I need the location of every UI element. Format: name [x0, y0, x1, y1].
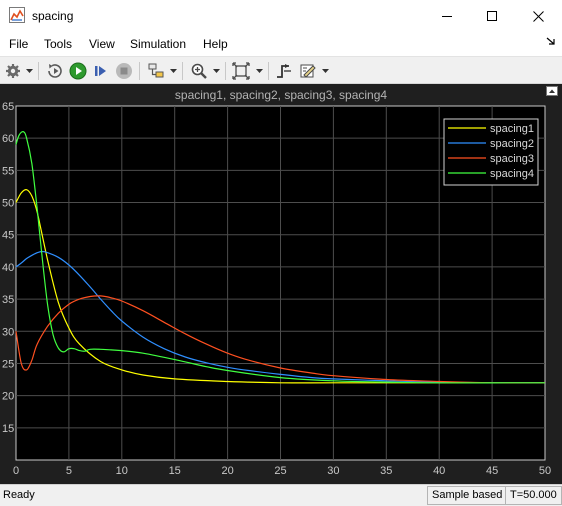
stop-icon	[116, 63, 132, 79]
legend-label: spacing3	[490, 153, 534, 165]
minimize-button[interactable]	[424, 0, 470, 32]
x-tick-label: 45	[486, 465, 498, 477]
chevron-down-icon[interactable]	[256, 68, 263, 74]
measure-icon	[300, 64, 316, 78]
x-tick-label: 35	[380, 465, 392, 477]
measurements-button[interactable]	[298, 60, 318, 82]
y-tick-label: 30	[2, 326, 14, 338]
x-tick-label: 5	[66, 465, 72, 477]
step-forward-button[interactable]	[91, 60, 111, 82]
scope-display: spacing1, spacing2, spacing3, spacing4 0…	[0, 84, 562, 484]
autoscale-button[interactable]	[231, 60, 251, 82]
y-tick-label: 35	[2, 294, 14, 306]
gear-icon	[6, 64, 20, 78]
menu-tools[interactable]: Tools	[44, 37, 72, 51]
autoscale-icon	[232, 62, 250, 80]
toolbar-separator	[139, 62, 140, 80]
status-sim-time: T=50.000	[505, 486, 562, 505]
status-ready: Ready	[3, 489, 35, 501]
stop-button[interactable]	[114, 60, 134, 82]
maximize-icon	[487, 11, 497, 21]
y-tick-label: 50	[2, 198, 14, 210]
x-tick-label: 15	[169, 465, 181, 477]
triggers-icon	[277, 64, 291, 78]
plot-title: spacing1, spacing2, spacing3, spacing4	[175, 88, 387, 102]
toolbar-separator	[225, 62, 226, 80]
simulink-scope-icon	[9, 7, 25, 23]
y-tick-label: 45	[2, 230, 14, 242]
chevron-down-icon[interactable]	[170, 68, 177, 74]
menu-simulation[interactable]: Simulation	[130, 37, 186, 51]
x-tick-label: 40	[433, 465, 445, 477]
minimize-icon	[442, 16, 452, 17]
step-forward-icon	[95, 66, 106, 76]
toolbar-separator	[182, 62, 183, 80]
x-tick-label: 30	[327, 465, 339, 477]
y-tick-label: 25	[2, 358, 14, 370]
chevron-down-icon[interactable]	[26, 68, 33, 74]
status-sample-based: Sample based	[427, 486, 508, 505]
close-icon	[532, 10, 544, 22]
x-tick-label: 10	[116, 465, 128, 477]
step-back-icon	[48, 64, 62, 78]
toolbar	[0, 56, 562, 84]
configuration-button[interactable]	[4, 60, 22, 82]
y-tick-label: 60	[2, 133, 14, 145]
y-tick-label: 20	[2, 391, 14, 403]
maximize-button[interactable]	[469, 0, 515, 32]
legend-label: spacing1	[490, 123, 534, 135]
chevron-down-icon[interactable]	[322, 68, 329, 74]
run-button[interactable]	[68, 60, 88, 82]
zoom-button[interactable]	[189, 60, 209, 82]
zoom-icon	[191, 63, 207, 79]
highlight-icon	[148, 63, 164, 78]
close-button[interactable]	[515, 0, 561, 32]
legend-label: spacing4	[490, 168, 534, 180]
y-tick-label: 15	[2, 423, 14, 435]
toolbar-separator	[268, 62, 269, 80]
window-title: spacing	[32, 9, 74, 23]
undock-icon[interactable]	[546, 86, 558, 96]
menu-help[interactable]: Help	[203, 37, 228, 51]
y-tick-label: 55	[2, 165, 14, 177]
menu-bar: File Tools View Simulation Help	[0, 32, 562, 56]
x-tick-label: 0	[13, 465, 19, 477]
x-tick-label: 25	[274, 465, 286, 477]
legend-label: spacing2	[490, 138, 534, 150]
x-tick-label: 20	[221, 465, 233, 477]
menu-view[interactable]: View	[89, 37, 115, 51]
triggers-button[interactable]	[274, 60, 294, 82]
x-tick-label: 50	[539, 465, 551, 477]
y-tick-label: 65	[2, 101, 14, 113]
y-tick-label: 40	[2, 262, 14, 274]
menu-expand-icon[interactable]	[546, 36, 556, 46]
scope-plot[interactable]: spacing1, spacing2, spacing3, spacing4 0…	[0, 84, 562, 484]
legend: spacing1 spacing2 spacing3 spacing4	[443, 118, 539, 186]
status-bar: Ready Sample based T=50.000	[0, 484, 562, 506]
title-bar: spacing	[0, 0, 562, 32]
toolbar-separator	[38, 62, 39, 80]
menu-file[interactable]: File	[9, 37, 28, 51]
highlight-button[interactable]	[146, 60, 166, 82]
run-icon	[69, 62, 87, 80]
step-back-button[interactable]	[45, 60, 65, 82]
chevron-down-icon[interactable]	[213, 68, 220, 74]
